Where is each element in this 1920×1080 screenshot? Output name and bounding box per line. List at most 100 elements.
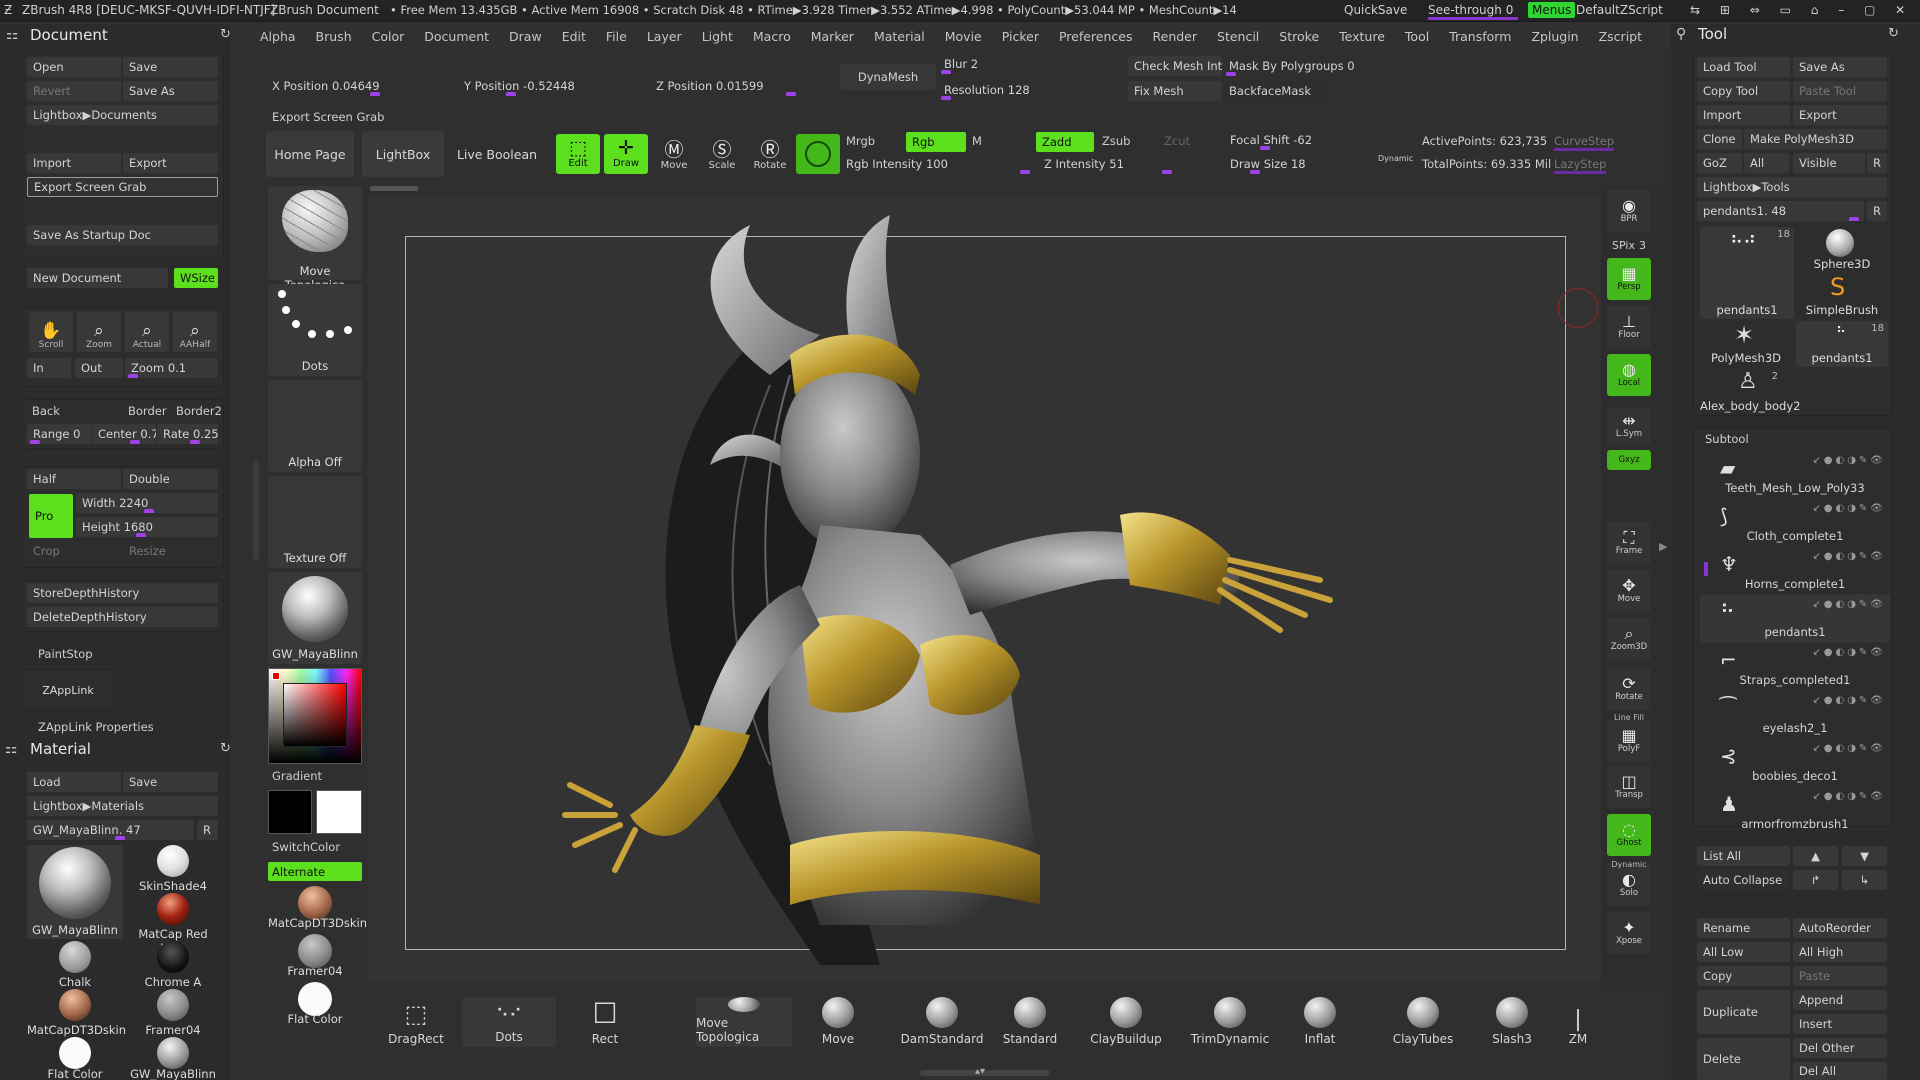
brush-move[interactable]: Move [800, 997, 876, 1049]
lightbox-documents-button[interactable]: Lightbox▶Documents [27, 105, 218, 125]
subtool-controls-icon[interactable]: ↙●◐◑✎👁 [1812, 647, 1886, 658]
zoom3d-button[interactable]: ⌕ Zoom3D [1607, 618, 1651, 660]
store-depth-history-button[interactable]: StoreDepthHistory [27, 583, 218, 603]
z-intensity-slider[interactable]: Z Intensity 51 [1038, 154, 1178, 174]
curvestep-slider[interactable]: CurveStep [1554, 134, 1615, 151]
brush-selector[interactable]: Move Topologica [268, 186, 362, 292]
brush-inflat[interactable]: Inflat [1282, 997, 1358, 1049]
material-reset-button[interactable]: R [197, 820, 218, 840]
subtool-controls-icon[interactable]: ↙●◐◑✎👁 [1812, 599, 1886, 610]
gradient-button[interactable]: Gradient [272, 769, 322, 783]
tool-thumb[interactable]: ✶ PolyMesh3D [1700, 321, 1792, 367]
document-palette-title[interactable]: Document [30, 26, 108, 44]
export-screen-grab-shelf-button[interactable]: Export Screen Grab [272, 110, 384, 124]
half-button[interactable]: Half [27, 469, 121, 489]
menu-document[interactable]: Document [424, 29, 489, 44]
menu-marker[interactable]: Marker [811, 29, 854, 44]
solo-button[interactable]: ◐ Solo [1607, 864, 1651, 906]
polyf-button[interactable]: ▦ PolyF [1607, 720, 1651, 762]
del-all-button[interactable]: Del All [1793, 1062, 1887, 1080]
material-swatch[interactable]: Chalk [27, 941, 123, 989]
lazystep-slider[interactable]: LazyStep [1554, 157, 1607, 174]
menu-movie[interactable]: Movie [945, 29, 982, 44]
material-swatch[interactable]: MatCapDT3Dskin [27, 989, 126, 1037]
home-page-button[interactable]: Home Page [266, 131, 354, 177]
width-slider[interactable]: Width 2240 [76, 493, 218, 513]
alternate-button[interactable]: Alternate [268, 862, 362, 881]
quicksave-button[interactable]: QuickSave [1344, 3, 1407, 17]
palette-refresh-icon[interactable]: ↻ [220, 27, 231, 42]
zcut-button[interactable]: Zcut [1164, 134, 1190, 148]
brush-damstandard[interactable]: DamStandard [896, 997, 988, 1049]
sculpt-model[interactable] [520, 205, 1480, 985]
rename-button[interactable]: Rename [1697, 918, 1790, 938]
tool-thumb[interactable]: ⠓ 18 pendants1 [1796, 321, 1888, 367]
script-button[interactable]: DefaultZScript [1576, 3, 1663, 17]
material-swatch[interactable]: SkinShade4 [125, 845, 221, 893]
ghost-button[interactable]: ◌ Ghost [1607, 814, 1651, 856]
tool-thumb[interactable]: ♙ 2 Alex_body_body2 [1700, 369, 1800, 415]
subtool-row[interactable]: ⟆ ↙●◐◑✎👁 Cloth_complete1 [1700, 498, 1890, 546]
menu-stencil[interactable]: Stencil [1217, 29, 1259, 44]
canvas-top-handle[interactable] [370, 186, 418, 191]
y-position-slider[interactable]: Y Position -0.52448 [458, 76, 608, 96]
scroll-button[interactable]: ✋ Scroll [29, 312, 73, 352]
menu-zscript[interactable]: Zscript [1599, 29, 1642, 44]
crop-button[interactable]: Crop [27, 541, 121, 561]
gxyz-button[interactable]: Gxyz [1607, 450, 1651, 470]
actual-button[interactable]: ⌕ Actual [125, 312, 169, 352]
subtool-title[interactable]: Subtool [1705, 432, 1749, 446]
check-mesh-button[interactable]: Check Mesh Int [1128, 56, 1222, 76]
tool-index-slider[interactable]: pendants1. 48 [1697, 201, 1864, 221]
tray-expand-icon[interactable]: ▴▾ [975, 1066, 985, 1077]
fix-mesh-button[interactable]: Fix Mesh [1128, 81, 1222, 101]
visible-button[interactable]: Visible [1793, 153, 1865, 173]
menu-texture[interactable]: Texture [1339, 29, 1385, 44]
tool-thumb[interactable]: ⠓⠚ 18 pendants1 [1700, 227, 1794, 319]
delete-button[interactable]: Delete [1697, 1038, 1790, 1080]
brush-trimdynamic[interactable]: TrimDynamic [1184, 997, 1276, 1049]
live-boolean-button[interactable]: Live Boolean [452, 131, 542, 177]
backface-mask-button[interactable]: BackfaceMask [1223, 81, 1323, 101]
menu-stroke[interactable]: Stroke [1279, 29, 1319, 44]
pro-button[interactable]: Pro [29, 494, 73, 538]
brush-claybuildup[interactable]: ClayBuildup [1088, 997, 1164, 1049]
palette-grip-icon[interactable]: ⚏ [5, 741, 18, 757]
rgb-button[interactable]: Rgb [906, 132, 966, 152]
rate-slider[interactable]: Rate 0.25 [157, 424, 218, 444]
del-other-button[interactable]: Del Other [1793, 1038, 1887, 1058]
delete-depth-history-button[interactable]: DeleteDepthHistory [27, 607, 218, 627]
resize-button[interactable]: Resize [123, 541, 218, 561]
tool-export-button[interactable]: Export [1793, 105, 1887, 125]
clone-button[interactable]: Clone [1697, 129, 1742, 149]
stroke-selector[interactable]: Dots [268, 284, 362, 376]
export-button[interactable]: Export [123, 153, 218, 173]
double-button[interactable]: Double [123, 469, 218, 489]
goz-all-button[interactable]: All [1744, 153, 1789, 173]
menu-picker[interactable]: Picker [1002, 29, 1039, 44]
subtool-controls-icon[interactable]: ↙●◐◑✎👁 [1812, 743, 1886, 754]
material-selector[interactable]: GW_MayaBlinn [268, 572, 362, 664]
primary-color-swatch[interactable] [316, 790, 362, 834]
color-square[interactable] [283, 683, 347, 747]
height-slider[interactable]: Height 1680 [76, 517, 218, 537]
load-tool-button[interactable]: Load Tool [1697, 57, 1790, 77]
rotate-button[interactable]: Ⓡ Rotate [748, 136, 792, 176]
range-slider[interactable]: Range 0 [27, 424, 91, 444]
subtool-controls-icon[interactable]: ↙●◐◑✎👁 [1812, 695, 1886, 706]
menu-alpha[interactable]: Alpha [260, 29, 296, 44]
secondary-color-swatch[interactable] [268, 790, 312, 834]
subtool-row[interactable]: ♟ ↙●◐◑✎👁 armorfromzbrush1 [1700, 786, 1890, 834]
material-index-slider[interactable]: GW_MayaBlinn. 47 [27, 820, 194, 840]
xpose-button[interactable]: ✦ Xpose [1607, 912, 1651, 954]
open-button[interactable]: Open [27, 57, 121, 77]
menu-transform[interactable]: Transform [1449, 29, 1511, 44]
tool-r-button[interactable]: R [1867, 153, 1887, 173]
zadd-button[interactable]: Zadd [1036, 132, 1094, 152]
dynamesh-button[interactable]: DynaMesh [840, 64, 936, 90]
menus-button[interactable]: Menus [1528, 2, 1576, 18]
tray-collapse-icon[interactable]: ▶ [1659, 540, 1667, 553]
wsize-button[interactable]: WSize [174, 268, 218, 288]
copy-tool-button[interactable]: Copy Tool [1697, 81, 1790, 101]
append-button[interactable]: Append [1793, 990, 1887, 1010]
